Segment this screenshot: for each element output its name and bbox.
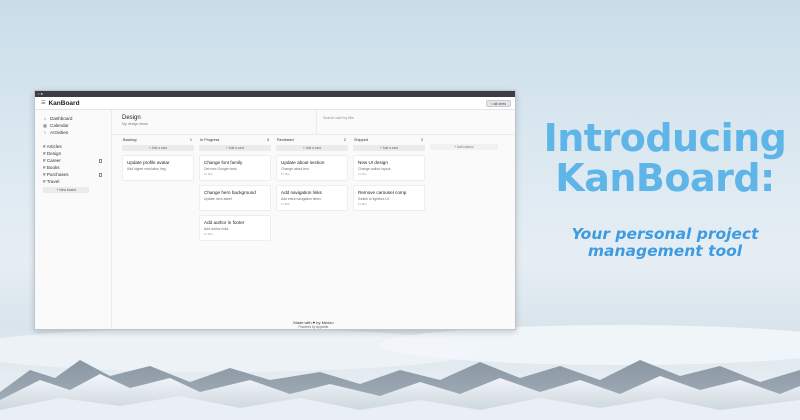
add-card-button[interactable]: + Add a card — [122, 145, 194, 151]
board-header: Design My design ideas Search card by ti… — [112, 110, 515, 135]
card-date: 11 Mar — [358, 171, 367, 176]
card-title: Add author in footer — [204, 220, 245, 225]
card-title: Change font family — [204, 160, 243, 165]
kanban-card[interactable]: Change font family Get new Google fonts … — [199, 155, 271, 181]
kanban-card[interactable]: Change hero background Update hero asset — [199, 185, 271, 211]
card-date: 12 Mar — [281, 171, 290, 176]
column-backlog: Backlog 1 + Add a card Update profile av… — [122, 138, 194, 241]
column-header: Reviewed 2 — [276, 138, 348, 144]
sidebar-board-travel[interactable]: # Travel — [43, 178, 106, 185]
app-footer: Made with ♥ by Medzo Powered by Appwrite — [112, 320, 515, 330]
add-column-button[interactable]: + Add column — [430, 144, 498, 150]
column-header: In Progress 3 — [199, 138, 271, 144]
trash-icon[interactable] — [99, 172, 102, 177]
menu-icon[interactable]: ☰ — [41, 100, 45, 106]
trash-icon[interactable] — [99, 158, 102, 163]
board-label: # Design — [43, 151, 62, 156]
kanban-columns: Backlog 1 + Add a card Update profile av… — [112, 135, 515, 241]
column-count: 2 — [420, 138, 423, 142]
board-title: Design — [122, 115, 141, 121]
brand[interactable]: ☰ KanBoard — [41, 100, 80, 107]
column-shipped: Shipped 2 + Add a card New UI design Cha… — [353, 138, 425, 241]
kanban-card[interactable]: Add navigation links Add extra navigatio… — [276, 185, 348, 211]
board-label: # Books — [43, 165, 60, 170]
column-header: Backlog 1 — [122, 138, 194, 144]
card-date: 12 Mar — [204, 171, 213, 176]
app-window: • ● ☰ KanBoard • all ones ⌂ Dashboard ▦ … — [34, 90, 516, 330]
sidebar-item-activities[interactable]: ⌇ Activities — [43, 129, 106, 136]
sidebar-item-label: Activities — [50, 130, 69, 135]
card-date: 12 Mar — [358, 201, 367, 206]
card-title: Add navigation links — [281, 190, 322, 195]
add-card-button[interactable]: + Add a card — [276, 145, 348, 151]
column-count: 3 — [266, 138, 269, 142]
card-description: Add higher resolution img — [127, 166, 166, 171]
headline-line-1: Introducing — [543, 116, 787, 160]
column-name: Reviewed — [277, 138, 294, 142]
add-card-button[interactable]: + Add a card — [353, 145, 425, 151]
calendar-icon: ▦ — [43, 123, 47, 128]
kanban-card[interactable]: Add author in footer Add author links 14… — [199, 215, 271, 241]
search-input[interactable]: Search card by title — [316, 110, 515, 134]
card-description: Switch to lightbox UI — [358, 196, 389, 201]
home-icon: ⌂ — [43, 116, 47, 121]
promo-headline: Introducing KanBoard: — [530, 118, 800, 198]
kanban-card[interactable]: Remove carousel comp Switch to lightbox … — [353, 185, 425, 211]
sidebar-board-books[interactable]: # Books — [43, 164, 106, 171]
app-title: KanBoard — [48, 99, 80, 107]
kanban-card[interactable]: Update profile avatar Add higher resolut… — [122, 155, 194, 181]
column-count: 2 — [343, 138, 346, 142]
column-name: Backlog — [123, 138, 137, 142]
card-description: Update hero asset — [204, 196, 232, 201]
sidebar-item-label: Calendar — [50, 123, 69, 128]
card-description: Add author links — [204, 226, 229, 231]
activity-icon: ⌇ — [44, 130, 46, 135]
card-title: Update about section — [281, 160, 325, 165]
card-description: Change about text — [281, 166, 309, 171]
card-description: Get new Google fonts — [204, 166, 237, 171]
column-header: Shipped 2 — [353, 138, 425, 144]
card-title: Change hero background — [204, 190, 256, 195]
board-main: Design My design ideas Search card by ti… — [112, 110, 515, 330]
app-topbar: ☰ KanBoard • all ones — [35, 97, 515, 110]
sidebar-board-career[interactable]: # Career — [43, 157, 106, 164]
footer-made-with: Made with ♥ by Medzo — [293, 319, 334, 325]
sidebar-item-label: Dashboard — [50, 116, 73, 121]
card-date: 14 Mar — [204, 231, 213, 236]
window-dots: • ● — [38, 91, 43, 96]
kanban-card[interactable]: Update about section Change about text 1… — [276, 155, 348, 181]
board-label: # Articles — [43, 144, 62, 149]
headline-line-2: KanBoard: — [555, 156, 775, 200]
board-label: # Travel — [43, 179, 60, 184]
column-count: 1 — [189, 138, 192, 142]
window-titlebar: • ● — [35, 91, 515, 97]
card-title: Remove carousel comp — [358, 190, 407, 195]
kanban-card[interactable]: New UI design Change author layout 11 Ma… — [353, 155, 425, 181]
user-button[interactable]: • all ones — [486, 99, 511, 107]
add-card-button[interactable]: + Add a card — [199, 145, 271, 151]
column-in-progress: In Progress 3 + Add a card Change font f… — [199, 138, 271, 241]
new-board-button[interactable]: + New board — [43, 187, 89, 193]
card-description: Add extra navigation items — [281, 196, 321, 201]
column-name: In Progress — [200, 138, 220, 142]
footer-powered-by: Powered by Appwrite — [298, 325, 329, 329]
board-label: # Career — [43, 158, 61, 163]
sidebar-item-calendar[interactable]: ▦ Calendar — [43, 122, 106, 129]
card-date: 12 Mar — [281, 201, 290, 206]
sidebar: ⌂ Dashboard ▦ Calendar ⌇ Activities # Ar… — [35, 110, 112, 329]
sidebar-board-articles[interactable]: # Articles — [43, 143, 106, 150]
board-label: # Purchases — [43, 172, 69, 177]
board-subtitle: My design ideas — [122, 122, 148, 126]
column-name: Shipped — [354, 138, 368, 142]
promo-tagline: Your personal project management tool — [571, 225, 759, 260]
sidebar-board-purchases[interactable]: # Purchases — [43, 171, 106, 178]
card-title: New UI design — [358, 160, 388, 165]
sidebar-item-dashboard[interactable]: ⌂ Dashboard — [43, 115, 106, 122]
sidebar-board-design[interactable]: # Design — [43, 150, 106, 157]
card-title: Update profile avatar — [127, 160, 170, 165]
card-description: Change author layout — [358, 166, 391, 171]
column-reviewed: Reviewed 2 + Add a card Update about sec… — [276, 138, 348, 241]
